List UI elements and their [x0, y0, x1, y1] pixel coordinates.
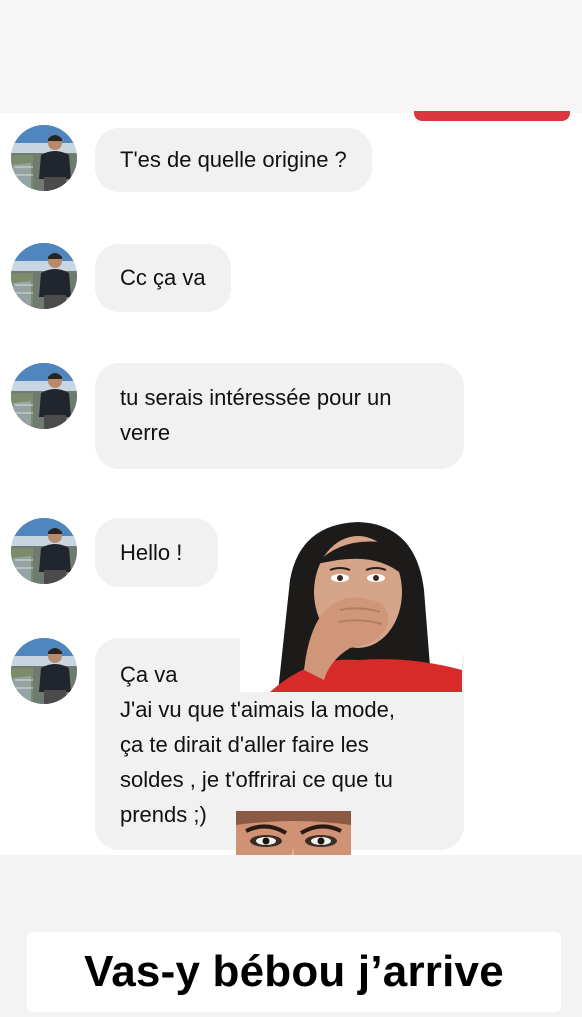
avatar-photo — [11, 243, 77, 309]
message-bubble[interactable]: Hello ! — [95, 518, 218, 587]
avatar-photo — [11, 518, 77, 584]
avatar[interactable] — [11, 243, 77, 309]
message-text: Cc ça va — [120, 265, 206, 290]
avatar[interactable] — [11, 638, 77, 704]
caption-text: Vas-y bébou j’arrive — [27, 932, 561, 1012]
message-bubble[interactable]: T'es de quelle origine ? — [95, 128, 372, 192]
reaction-sticker — [240, 520, 462, 692]
top-bar — [0, 0, 582, 113]
message-text: soldes , je t'offrirai ce que tu — [120, 767, 393, 792]
avatar-photo — [11, 363, 77, 429]
message-text: ça te dirait d'aller faire les — [120, 732, 369, 757]
message-text: J'ai vu que t'aimais la mode, — [120, 697, 395, 722]
message-text: Hello ! — [120, 540, 183, 565]
avatar[interactable] — [11, 363, 77, 429]
avatar[interactable] — [11, 125, 77, 191]
top-accent-bar — [414, 111, 570, 121]
message-text: verre — [120, 420, 171, 445]
avatar[interactable] — [11, 518, 77, 584]
message-bubble[interactable]: tu serais intéressée pour un verre — [95, 363, 464, 469]
message-text: tu serais intéressée pour un — [120, 385, 392, 410]
message-text: T'es de quelle origine ? — [120, 147, 347, 172]
avatar-photo — [11, 125, 77, 191]
message-bubble[interactable]: Cc ça va — [95, 244, 231, 312]
avatar-photo — [11, 638, 77, 704]
